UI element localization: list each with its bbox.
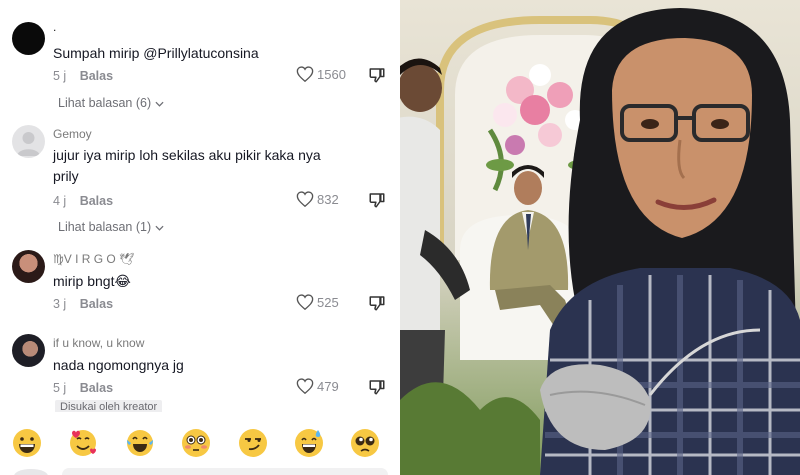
heart-icon — [296, 294, 314, 310]
flushed-face-emoji-icon[interactable] — [181, 428, 211, 458]
default-avatar-icon — [17, 132, 40, 156]
dislike-button[interactable] — [368, 191, 386, 214]
grinning-face-emoji-icon[interactable] — [12, 428, 42, 458]
comment-username[interactable]: Gemoy — [53, 127, 92, 141]
dislike-button[interactable] — [368, 294, 386, 317]
comment-time: 5 j — [53, 381, 67, 395]
comment-meta: 5 j Balas — [53, 69, 113, 83]
thumbs-down-icon — [369, 296, 385, 311]
video-image — [400, 0, 800, 475]
comment-text: Sumpah mirip @Prillylatuconsina — [53, 45, 259, 61]
reply-button[interactable]: Balas — [80, 69, 113, 83]
avatar[interactable] — [12, 22, 45, 55]
avatar[interactable] — [12, 250, 45, 283]
grinning-face-with-sweat-emoji-icon[interactable] — [294, 428, 324, 458]
comment-time: 4 j — [53, 194, 67, 208]
comments-panel: . Sumpah mirip @Prillylatuconsina 5 j Ba… — [0, 0, 400, 475]
comment-text: mirip bngt😂 — [53, 273, 131, 289]
like-count: 1560 — [317, 66, 346, 82]
comment-username[interactable]: ♍V I R G O 🕊 — [53, 252, 134, 266]
video-frame[interactable] — [400, 0, 800, 475]
emoji-bar — [0, 412, 400, 475]
like-button[interactable]: 525 — [296, 294, 339, 310]
dislike-button[interactable] — [368, 378, 386, 401]
comment-username[interactable]: if u know, u know — [53, 336, 144, 350]
smirking-face-emoji-icon[interactable] — [238, 428, 268, 458]
like-button[interactable]: 832 — [296, 191, 339, 207]
heart-icon — [296, 191, 314, 207]
view-replies-link[interactable]: Lihat balasan (1) — [58, 220, 164, 234]
like-button[interactable]: 1560 — [296, 66, 346, 82]
chevron-down-icon — [155, 101, 164, 107]
comment-meta: 4 j Balas — [53, 194, 113, 208]
reply-button[interactable]: Balas — [80, 297, 113, 311]
like-count: 832 — [317, 191, 339, 207]
avatar[interactable] — [12, 334, 45, 367]
view-replies-link[interactable]: Lihat balasan (6) — [58, 96, 164, 110]
like-count: 525 — [317, 294, 339, 310]
thumbs-down-icon — [369, 380, 385, 395]
chevron-down-icon — [155, 225, 164, 231]
heart-icon — [296, 66, 314, 82]
comment-text: nada ngomongnya jg — [53, 357, 184, 373]
comment-input[interactable] — [62, 468, 388, 475]
like-count: 479 — [317, 378, 339, 394]
comment-meta: 5 j Balas — [53, 381, 113, 395]
pleading-face-emoji-icon[interactable] — [350, 428, 380, 458]
reply-button[interactable]: Balas — [80, 381, 113, 395]
thumbs-down-icon — [369, 193, 385, 208]
comment-text: jujur iya mirip loh sekilas aku pikir ka… — [53, 147, 321, 184]
like-button[interactable]: 479 — [296, 378, 339, 394]
reply-button[interactable]: Balas — [80, 194, 113, 208]
comment-username[interactable]: . — [53, 20, 56, 34]
dislike-button[interactable] — [368, 66, 386, 89]
comment-time: 3 j — [53, 297, 67, 311]
comment-meta: 3 j Balas — [53, 297, 113, 311]
avatar[interactable] — [12, 125, 45, 158]
comment-time: 5 j — [53, 69, 67, 83]
smiling-face-with-hearts-emoji-icon[interactable] — [68, 428, 98, 458]
thumbs-down-icon — [369, 68, 385, 83]
heart-icon — [296, 378, 314, 394]
face-with-tears-of-joy-emoji-icon[interactable] — [125, 428, 155, 458]
